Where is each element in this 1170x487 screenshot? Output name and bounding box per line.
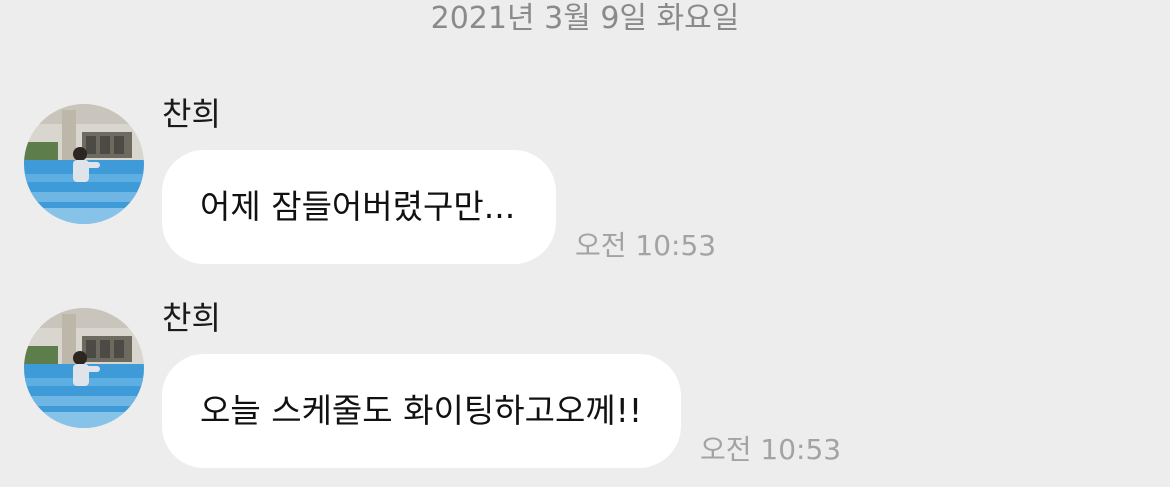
chat-room: 2021년 3월 9일 화요일 찬희 어제 잠들어버렸구만... 오전 10:5… <box>0 0 1170 487</box>
avatar-pool-photo <box>24 104 144 224</box>
message-time: 오전 10:53 <box>575 229 717 262</box>
sender-name: 찬희 <box>162 95 221 133</box>
avatar[interactable] <box>24 308 144 428</box>
avatar-pool-photo <box>24 308 144 428</box>
message-time: 오전 10:53 <box>700 433 842 466</box>
date-separator: 2021년 3월 9일 화요일 <box>430 1 740 36</box>
message-bubble[interactable]: 어제 잠들어버렸구만... <box>162 150 556 264</box>
sender-name: 찬희 <box>162 299 221 337</box>
message-bubble[interactable]: 오늘 스케줄도 화이팅하고오께!! <box>162 354 681 468</box>
avatar[interactable] <box>24 104 144 224</box>
